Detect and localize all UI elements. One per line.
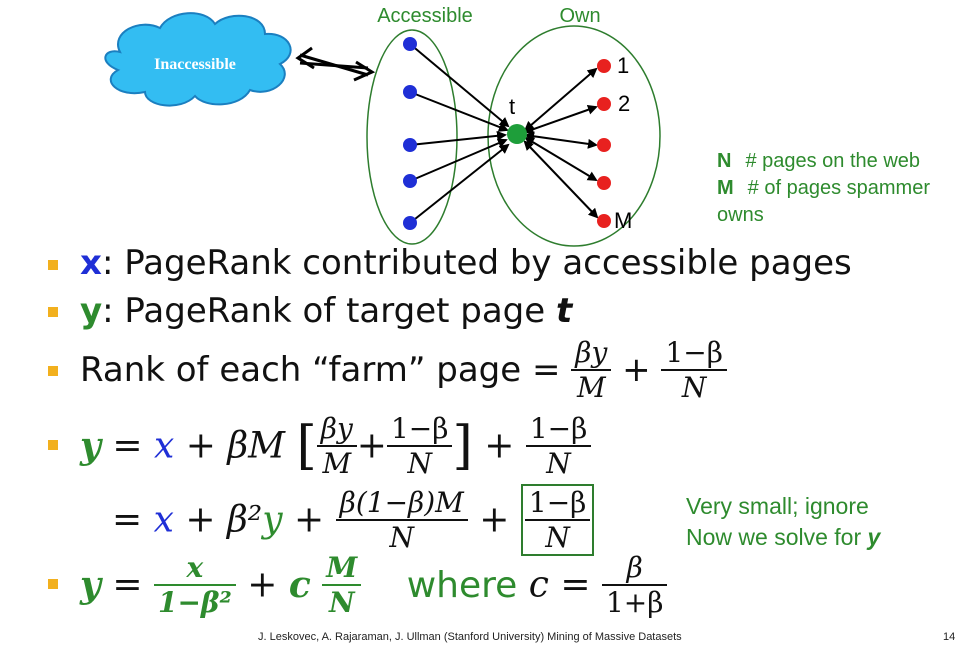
incoming-links: [409, 43, 510, 224]
denominator: N: [407, 447, 432, 480]
equals-sign: =: [548, 564, 602, 606]
var-x: x: [153, 425, 175, 467]
bullet-marker: [48, 440, 58, 450]
fraction: βy M: [571, 336, 612, 404]
denominator: 1−β²: [157, 586, 232, 619]
plus-sign: +: [356, 425, 387, 467]
legend-m-text-2: owns: [717, 204, 764, 226]
numerator: β(1−β)M: [335, 486, 468, 521]
denominator: 1+β: [605, 586, 664, 619]
equals-sign: =: [112, 499, 154, 541]
bullet-y-text: : PageRank of target page: [102, 291, 556, 331]
footer-citation: J. Leskovec, A. Rajaraman, J. Ullman (St…: [258, 631, 682, 643]
var-y: y: [262, 499, 283, 541]
farm-label-2: 2: [618, 91, 630, 116]
plus-sign: +: [294, 499, 325, 541]
accessible-nodes: [403, 37, 417, 230]
bullet-x-text: : PageRank contributed by accessible pag…: [101, 243, 852, 283]
note-line-2: Now we solve for: [686, 524, 868, 550]
var-x: x: [80, 243, 102, 283]
denominator: M: [322, 447, 352, 480]
var-y: y: [80, 425, 101, 467]
bullet-x: x: PageRank contributed by accessible pa…: [80, 243, 852, 283]
farm-label-1: 1: [617, 53, 629, 78]
fraction: β 1+β: [601, 551, 668, 619]
numerator: M: [322, 551, 362, 586]
plus-sign: +: [479, 499, 510, 541]
numerator: 1−β: [525, 412, 592, 447]
ignored-term-box: 1−β N: [520, 484, 595, 556]
numerator: βy: [316, 412, 357, 447]
beta-squared-term: + β²: [173, 499, 263, 541]
equation-2: = x + β²y + β(1−β)M N + 1−β N: [112, 484, 595, 556]
legend: N # pages on the web M # of pages spammer …: [717, 148, 930, 229]
farm-links: [523, 67, 599, 219]
legend-m-key: M: [717, 177, 734, 199]
numerator: 1−β: [524, 486, 591, 521]
bullet-marker: [48, 366, 58, 376]
numerator: 1−β: [386, 412, 453, 447]
fraction: β(1−β)M N: [335, 486, 468, 554]
var-y: y: [80, 564, 101, 606]
legend-n-text: # pages on the web: [745, 150, 921, 172]
denominator: N: [389, 521, 414, 554]
var-x: x: [153, 499, 174, 541]
accessible-label: Accessible: [377, 5, 473, 27]
beta-m-term: + βM: [174, 425, 286, 467]
numerator: β: [601, 551, 668, 586]
bullet-farm-rank: Rank of each “farm” page = βy M + 1−β N: [80, 336, 727, 404]
denominator: N: [546, 447, 571, 480]
farm-label-m: M: [614, 208, 632, 233]
fraction: 1−β N: [661, 336, 727, 404]
side-note: Very small; ignore Now we solve for y: [686, 491, 880, 553]
numerator: 1−β: [661, 336, 727, 371]
note-line-1: Very small; ignore: [686, 493, 869, 519]
equation-1: y = x + βM [ βy M + 1−β N ] + 1−β N: [80, 412, 592, 480]
var-c: c: [288, 564, 311, 606]
where-text: where: [406, 564, 529, 606]
fraction: 1−β N: [386, 412, 453, 480]
plus-sign: +: [247, 564, 278, 606]
var-y: y: [80, 291, 103, 331]
legend-m-text: # of pages spammer: [747, 177, 930, 199]
equals-sign: =: [100, 425, 154, 467]
farm-rank-text: Rank of each “farm” page =: [80, 350, 572, 390]
inaccessible-label: Inaccessible: [154, 56, 236, 73]
own-label: Own: [559, 5, 600, 27]
accessible-group: [366, 29, 458, 245]
denominator: N: [545, 521, 570, 554]
equation-3: y = x 1−β² + c M N where c = β 1+β: [80, 551, 668, 619]
fraction: x 1−β²: [153, 551, 236, 619]
target-label: t: [509, 94, 515, 119]
fraction: M N: [322, 551, 362, 619]
denominator: M: [576, 371, 606, 404]
plus-sign: +: [622, 350, 651, 390]
note-var-y: y: [867, 524, 881, 550]
fraction: βy M: [316, 412, 357, 480]
legend-n-key: N: [717, 150, 732, 172]
var-t: t: [556, 291, 573, 331]
bullet-marker: [48, 260, 58, 270]
equals-sign: =: [100, 564, 154, 606]
target-node: [507, 124, 527, 144]
bullet-marker: [48, 307, 58, 317]
bullet-marker: [48, 579, 58, 589]
left-bracket: [: [296, 416, 317, 476]
right-bracket: ]: [452, 416, 473, 476]
farm-nodes: [597, 59, 611, 228]
page-number: 14: [943, 631, 956, 643]
denominator: N: [328, 586, 355, 619]
plus-sign: +: [484, 425, 515, 467]
numerator: x: [153, 551, 236, 586]
fraction: 1−β N: [525, 412, 592, 480]
var-c: c: [528, 564, 549, 606]
bidirectional-arrow: [295, 46, 376, 82]
denominator: N: [681, 371, 707, 404]
numerator: βy: [575, 336, 608, 369]
bullet-y: y: PageRank of target page t: [80, 291, 572, 331]
